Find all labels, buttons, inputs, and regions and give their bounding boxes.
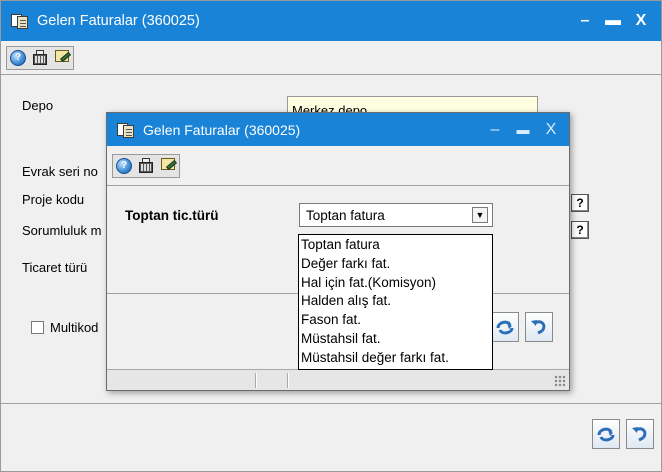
outer-titlebar[interactable]: Gelen Faturalar (360025) – ▬ X <box>1 1 661 41</box>
dropdown-option[interactable]: Fason fat. <box>299 311 492 330</box>
undo-icon <box>531 320 546 335</box>
inner-dialog: Gelen Faturalar (360025) – ▬ X ? Toptan … <box>106 112 570 391</box>
confirm-icon <box>496 320 514 335</box>
status-separator <box>287 373 289 388</box>
inner-confirm-button[interactable] <box>491 312 519 342</box>
inner-maximize-button[interactable]: ▬ <box>509 122 537 137</box>
inner-close-button[interactable]: X <box>537 121 565 139</box>
outer-calculator-tool-button[interactable] <box>30 48 50 68</box>
help-icon: ? <box>116 157 132 174</box>
proje-kodu-help-button[interactable]: ? <box>571 194 589 212</box>
inner-calculator-tool-button[interactable] <box>136 156 156 176</box>
note-edit-icon <box>160 157 177 174</box>
outer-tool-group: ? <box>6 45 74 70</box>
dropdown-option[interactable]: Hal için fat.(Komisyon) <box>299 274 492 293</box>
chevron-down-icon[interactable]: ▼ <box>472 207 488 223</box>
dropdown-option[interactable]: Halden alış fat. <box>299 292 492 311</box>
outer-note-tool-button[interactable] <box>52 48 72 68</box>
outer-minimize-button[interactable]: – <box>571 12 599 30</box>
sorumluluk-help-button[interactable]: ? <box>571 221 589 239</box>
outer-help-tool-button[interactable]: ? <box>8 48 28 68</box>
inner-undo-button[interactable] <box>525 312 553 342</box>
inner-note-tool-button[interactable] <box>158 156 178 176</box>
undo-icon <box>632 427 647 442</box>
inner-tool-group: ? <box>112 153 180 178</box>
toptan-tic-turu-select[interactable]: Toptan fatura ▼ <box>299 203 493 227</box>
outer-undo-button[interactable] <box>626 419 654 449</box>
dialog-app-icon <box>117 122 135 138</box>
calculator-icon <box>138 157 154 174</box>
inner-titlebar[interactable]: Gelen Faturalar (360025) – ▬ X <box>107 113 569 146</box>
dropdown-option[interactable]: Müstahsil değer farkı fat. <box>299 349 492 368</box>
sorumluluk-label: Sorumluluk m <box>22 223 102 238</box>
outer-window-title: Gelen Faturalar (360025) <box>37 13 200 29</box>
outer-maximize-button[interactable]: ▬ <box>599 12 627 30</box>
inner-statusbar <box>107 369 569 390</box>
inner-minimize-button[interactable]: – <box>481 121 509 139</box>
depo-label: Depo <box>22 98 54 113</box>
inner-help-tool-button[interactable]: ? <box>114 156 134 176</box>
ticaret-turu-label: Ticaret türü <box>22 260 88 275</box>
inner-toolbar: ? <box>107 146 569 186</box>
app-icon <box>11 13 29 29</box>
outer-toolbar: ? <box>1 41 661 75</box>
dropdown-option[interactable]: Değer farkı fat. <box>299 255 492 274</box>
inner-dialog-title: Gelen Faturalar (360025) <box>143 121 301 138</box>
note-edit-icon <box>54 49 71 66</box>
outer-close-button[interactable]: X <box>627 12 655 30</box>
resize-grip[interactable] <box>554 375 566 387</box>
multikod-label: Multikod <box>50 320 99 335</box>
outer-divider <box>1 403 661 404</box>
help-icon: ? <box>10 49 26 66</box>
confirm-icon <box>597 427 615 442</box>
toptan-tic-turu-label: Toptan tic.türü <box>125 208 219 223</box>
dropdown-option[interactable]: Müstahsil fat. <box>299 330 492 349</box>
toptan-tic-turu-dropdown: Toptan fatura Değer farkı fat. Hal için … <box>298 234 493 370</box>
multikod-checkbox[interactable] <box>31 321 44 334</box>
status-separator <box>255 373 257 388</box>
outer-confirm-button[interactable] <box>592 419 620 449</box>
calculator-icon <box>32 49 48 66</box>
evrak-seri-label: Evrak seri no <box>22 164 98 179</box>
proje-kodu-label: Proje kodu <box>22 192 85 207</box>
dropdown-option[interactable]: Toptan fatura <box>299 236 492 255</box>
selected-value: Toptan fatura <box>306 207 385 223</box>
